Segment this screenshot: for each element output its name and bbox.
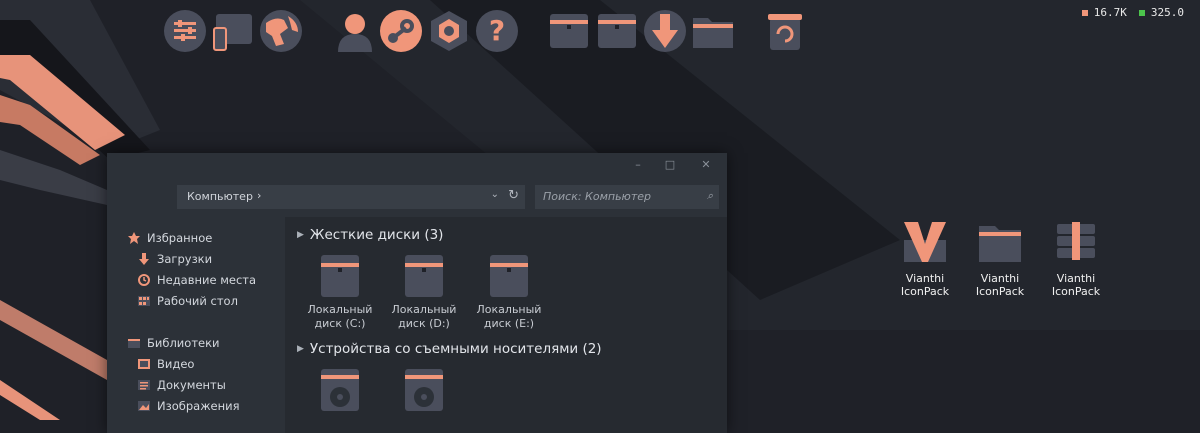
nav-item-recent[interactable]: Недавние места xyxy=(137,273,256,287)
images-icon xyxy=(138,401,150,411)
drive-item-c[interactable]: Локальный диск (C:) xyxy=(303,253,377,331)
removable-drive-item[interactable] xyxy=(303,367,377,417)
nav-item-documents[interactable]: Документы xyxy=(137,378,226,392)
navigation-pane: Избранное Загрузки Недавние места Рабочи… xyxy=(107,217,285,433)
breadcrumb-chevron-icon[interactable]: › xyxy=(257,189,261,202)
group-label: Устройства со съемными носителями (2) xyxy=(309,341,602,357)
desktop-icon-label: Vianthi IconPack xyxy=(1051,272,1101,298)
download-icon[interactable] xyxy=(642,8,688,54)
folder-icon[interactable] xyxy=(690,8,736,54)
nav-item-video[interactable]: Видео xyxy=(137,357,194,371)
folder-icon xyxy=(979,226,1021,262)
address-dropdown-icon[interactable]: ⌄ xyxy=(491,189,499,200)
close-button[interactable]: ✕ xyxy=(697,157,715,173)
drive-icon[interactable] xyxy=(594,8,640,54)
phone-tablet-icon[interactable] xyxy=(210,8,256,54)
stat-value-1: 16.7K xyxy=(1093,6,1127,19)
star-icon xyxy=(128,232,140,244)
vianthi-logo-icon xyxy=(904,222,946,262)
nav-label: Изображения xyxy=(157,399,240,413)
stat-value-2: 325.0 xyxy=(1150,6,1184,19)
archive-icon xyxy=(1057,222,1095,260)
desktop-icon-vianthi-2[interactable]: Vianthi IconPack xyxy=(963,218,1037,298)
drive-item-e[interactable]: Локальный диск (E:) xyxy=(472,253,546,331)
search-placeholder: Поиск: Компьютер xyxy=(543,190,651,203)
drive-icon[interactable] xyxy=(546,8,592,54)
expand-arrow-icon[interactable]: ▶ xyxy=(297,344,304,354)
gear-nut-icon[interactable] xyxy=(426,8,472,54)
recycle-bin-icon[interactable] xyxy=(762,8,808,54)
documents-icon xyxy=(138,380,150,390)
help-icon[interactable]: ? xyxy=(474,8,520,54)
refresh-icon[interactable]: ↻ xyxy=(508,188,519,203)
drive-item-d[interactable]: Локальный диск (D:) xyxy=(387,253,461,331)
optical-drive-icon xyxy=(405,369,443,411)
nav-label: Рабочий стол xyxy=(157,294,238,308)
top-dock: ? xyxy=(0,0,1200,70)
window-titlebar[interactable]: – □ ✕ xyxy=(107,153,727,177)
optical-drive-icon xyxy=(321,369,359,411)
drive-label: Локальный диск (C:) xyxy=(307,303,373,330)
nav-label: Видео xyxy=(157,357,195,371)
expand-arrow-icon[interactable]: ▶ xyxy=(297,230,304,240)
desktop-icon-label: Vianthi IconPack xyxy=(975,272,1025,298)
search-input[interactable]: Поиск: Компьютер ⌕ xyxy=(535,185,719,209)
library-icon xyxy=(128,339,140,348)
nav-item-desktop[interactable]: Рабочий стол xyxy=(137,294,238,308)
maximize-button[interactable]: □ xyxy=(661,157,679,173)
nav-item-images[interactable]: Изображения xyxy=(137,399,240,413)
recent-places-icon xyxy=(138,274,150,286)
group-removable-devices[interactable]: ▶ Устройства со съемными носителями (2) xyxy=(297,341,602,357)
video-icon xyxy=(138,359,150,369)
explorer-window: – □ ✕ Компьютер › ⌄ ↻ Поиск: Компьютер ⌕… xyxy=(107,153,727,433)
minimize-button[interactable]: – xyxy=(629,157,647,173)
nav-label: Недавние места xyxy=(157,273,257,287)
content-pane: ▶ Жесткие диски (3) Локальный диск (C:) … xyxy=(285,217,727,433)
hard-drive-icon xyxy=(405,255,443,297)
nav-label: Документы xyxy=(157,378,226,392)
hard-drive-icon xyxy=(321,255,359,297)
desktop-icon-vianthi-3[interactable]: Vianthi IconPack xyxy=(1039,218,1113,298)
user-icon[interactable] xyxy=(332,8,378,54)
hard-drive-icon xyxy=(490,255,528,297)
desktop-icon-vianthi-1[interactable]: Vianthi IconPack xyxy=(888,218,962,298)
download-icon xyxy=(139,253,149,265)
search-icon[interactable]: ⌕ xyxy=(707,189,713,203)
group-hard-drives[interactable]: ▶ Жесткие диски (3) xyxy=(297,227,443,243)
nav-libraries[interactable]: Библиотеки xyxy=(127,336,220,350)
settings-sliders-icon[interactable] xyxy=(162,8,208,54)
cpu-indicator-icon xyxy=(1081,9,1088,16)
nav-item-downloads[interactable]: Загрузки xyxy=(137,252,212,266)
earth-globe-icon[interactable] xyxy=(258,8,304,54)
address-bar[interactable]: Компьютер › ⌄ ↻ xyxy=(177,185,525,209)
group-label: Жесткие диски (3) xyxy=(309,227,444,243)
desktop-grid-icon xyxy=(138,296,150,306)
address-text: Компьютер xyxy=(187,190,253,203)
nav-label: Избранное xyxy=(147,231,213,245)
nav-label: Загрузки xyxy=(157,252,213,266)
desktop-icon-label: Vianthi IconPack xyxy=(900,272,950,298)
nav-label: Библиотеки xyxy=(147,336,220,350)
system-stats: 16.7K 325.0 xyxy=(1081,6,1184,19)
svg-text:?: ? xyxy=(489,14,505,47)
drive-label: Локальный диск (E:) xyxy=(476,303,542,330)
memory-indicator-icon xyxy=(1138,9,1145,16)
steam-icon[interactable] xyxy=(378,8,424,54)
dvd-drive-item[interactable] xyxy=(387,367,461,417)
drive-label: Локальный диск (D:) xyxy=(391,303,457,330)
nav-favorites[interactable]: Избранное xyxy=(127,231,212,245)
